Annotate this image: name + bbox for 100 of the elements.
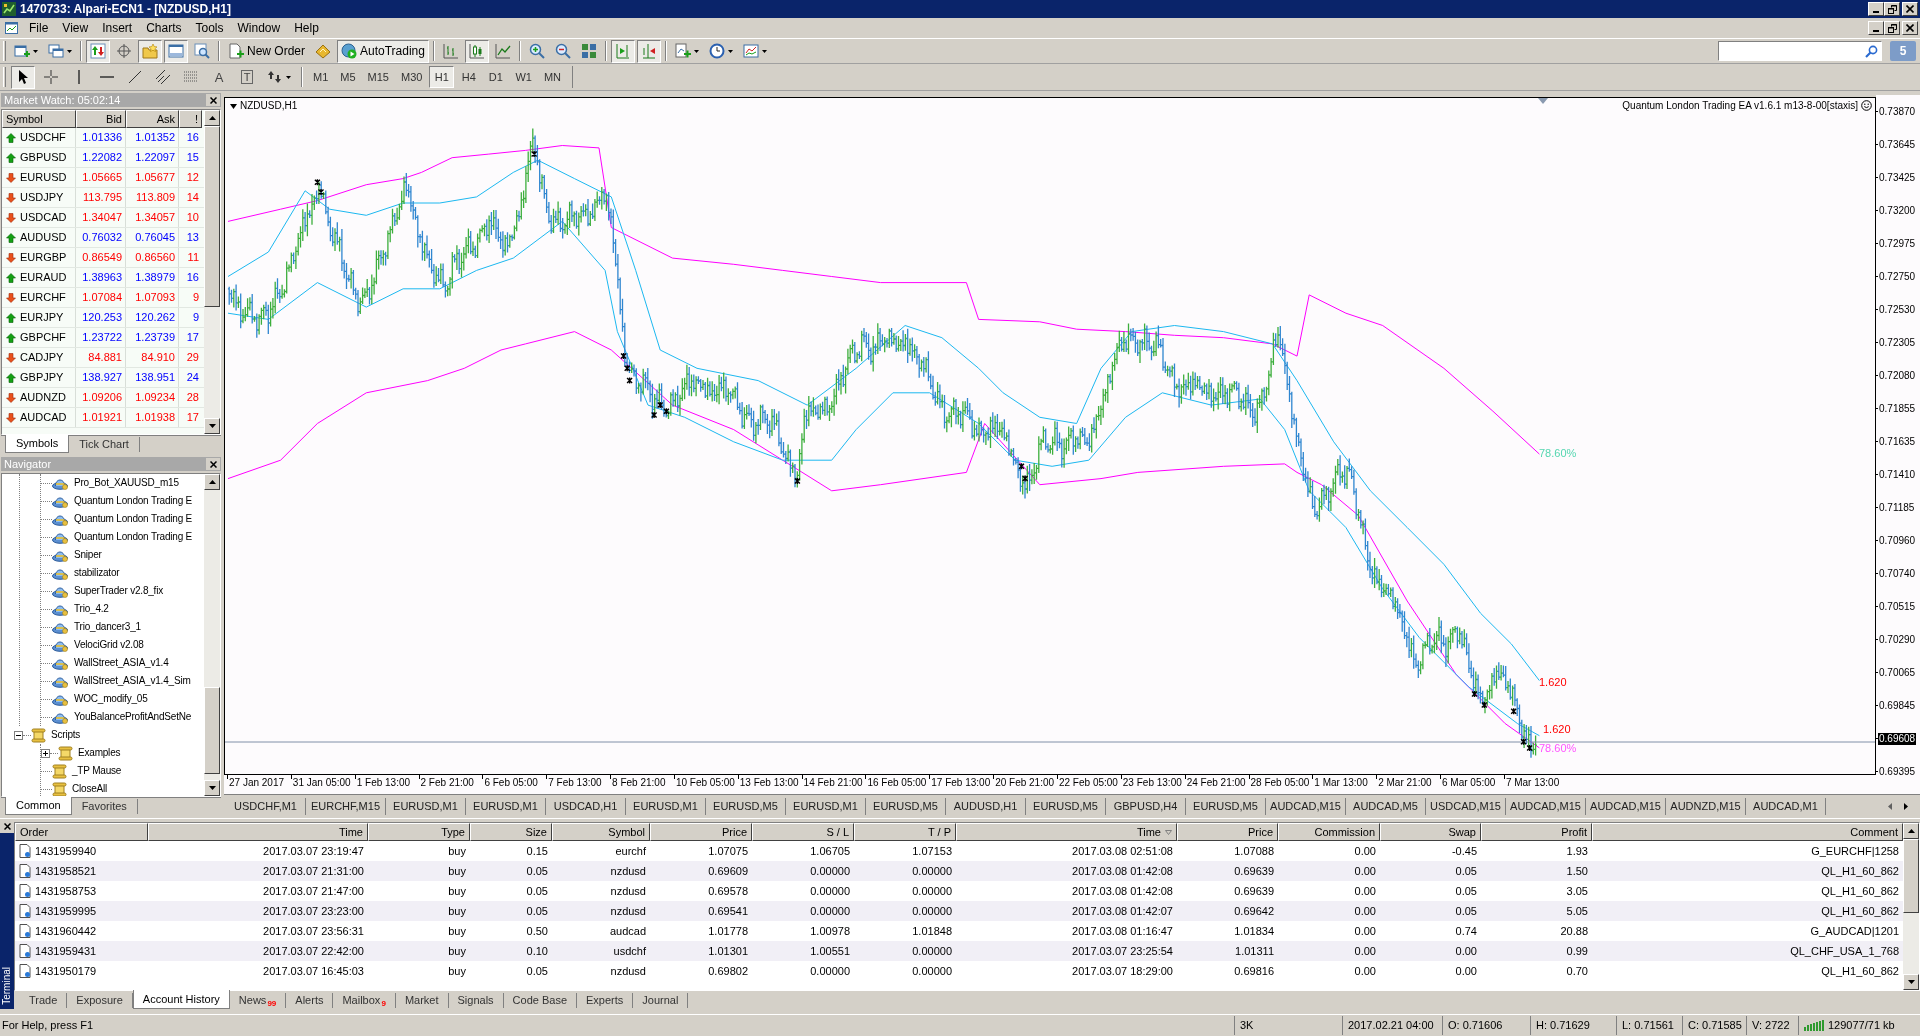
tab[interactable]: Alerts [286, 993, 334, 1008]
text-label-tool-button[interactable]: T [235, 65, 259, 89]
navigator-item[interactable]: Quantum London Trading E [74, 514, 193, 524]
scroll-thumb[interactable] [204, 687, 220, 774]
column-header[interactable]: Order [15, 823, 148, 841]
tab[interactable]: Market [395, 993, 449, 1008]
chart-tab[interactable]: USDCAD,H1 [546, 798, 626, 815]
navigator-button[interactable] [138, 39, 162, 63]
terminal-button[interactable] [164, 39, 188, 63]
close-button[interactable] [1902, 21, 1918, 35]
chart-tab[interactable]: EURUSD,M5 [706, 798, 786, 815]
close-button[interactable] [206, 458, 220, 470]
column-header[interactable]: Swap [1380, 823, 1481, 841]
navigator-item[interactable]: Trio_dancer3_1 [74, 622, 141, 632]
restore-button[interactable] [1884, 21, 1900, 35]
navigator-item[interactable]: Quantum London Trading E [74, 532, 193, 542]
scroll-up-button[interactable] [204, 474, 220, 490]
column-header[interactable]: Size [470, 823, 552, 841]
candles-button[interactable] [464, 39, 489, 63]
column-header[interactable]: ! [179, 110, 202, 128]
chart-tab[interactable]: EURUSD,M1 [386, 798, 466, 815]
text-tool-button[interactable]: A [207, 65, 231, 89]
navigator-item[interactable]: CloseAll [72, 784, 108, 794]
menu-item[interactable]: Help [287, 19, 326, 37]
restore-button[interactable] [1884, 2, 1900, 16]
navigator-item[interactable]: Trio_4.2 [74, 604, 109, 614]
timeframe-button[interactable]: M30 [395, 66, 428, 88]
column-header[interactable]: Price [650, 823, 752, 841]
menu-item[interactable]: Window [230, 19, 288, 37]
tab[interactable]: Experts [577, 993, 634, 1008]
navigator-item[interactable]: Sniper [74, 550, 102, 560]
scroll-up-button[interactable] [204, 110, 220, 126]
scroll-thumb[interactable] [204, 126, 220, 308]
close-button[interactable] [206, 94, 220, 106]
navigator-item[interactable]: _TP Mause [72, 766, 122, 776]
minimize-button[interactable] [1868, 2, 1884, 16]
symbol-name[interactable]: GBPJPY [20, 372, 64, 383]
tab[interactable]: Code Base [503, 993, 577, 1008]
cursor-tool-button[interactable] [11, 65, 35, 89]
column-header[interactable]: Symbol [552, 823, 650, 841]
column-header[interactable]: Profit [1481, 823, 1592, 841]
scroll-down-button[interactable] [1903, 974, 1919, 990]
tab[interactable]: Journal [633, 993, 689, 1008]
tab[interactable]: Account History [132, 990, 230, 1009]
symbol-name[interactable]: EURAUD [20, 272, 67, 283]
timeframe-button[interactable]: H1 [429, 66, 455, 88]
minus-box-icon[interactable] [14, 730, 23, 740]
timeframe-button[interactable]: M1 [308, 66, 334, 88]
chart-tab[interactable]: AUDCAD,M1 [1746, 798, 1826, 815]
tab[interactable]: Signals [448, 993, 504, 1008]
chart-tab[interactable]: USDCHF,M1 [226, 798, 306, 815]
symbol-name[interactable]: AUDUSD [20, 232, 67, 243]
close-button[interactable] [1902, 2, 1918, 16]
timeframe-button[interactable]: M5 [335, 66, 361, 88]
navigator-item[interactable]: stabilizator [74, 568, 120, 578]
column-header[interactable]: T / P [854, 823, 956, 841]
symbol-name[interactable]: GBPUSD [20, 152, 67, 163]
chart-tab[interactable]: EURUSD,M5 [866, 798, 946, 815]
shift-button[interactable] [610, 39, 635, 63]
symbol-name[interactable]: EURJPY [20, 312, 64, 323]
autotrading-button[interactable]: AutoTrading [337, 39, 429, 63]
column-header[interactable]: Type [368, 823, 470, 841]
tab[interactable]: Exposure [67, 993, 133, 1008]
scroll-thumb[interactable] [1903, 839, 1919, 914]
navigator-item[interactable]: Scripts [51, 730, 81, 740]
chart-tab[interactable]: EURUSD,M1 [786, 798, 866, 815]
search-field[interactable] [1718, 41, 1882, 61]
chart-tab[interactable]: EURUSD,M5 [1026, 798, 1106, 815]
chart-tab[interactable]: GBPUSD,H4 [1106, 798, 1186, 815]
navigator-item[interactable]: SuperTrader v2.8_fix [74, 586, 163, 596]
symbol-name[interactable]: USDJPY [20, 192, 64, 203]
navigator-item[interactable]: Examples [78, 748, 121, 758]
menu-item[interactable]: View [55, 19, 96, 37]
chart-tab[interactable]: EURUSD,M1 [466, 798, 546, 815]
scroll-down-button[interactable] [204, 418, 220, 434]
tab[interactable]: Tick Chart [69, 437, 140, 452]
chart-tab[interactable]: AUDCAD,M15 [1586, 798, 1666, 815]
symbol-name[interactable]: USDCHF [20, 132, 66, 143]
column-header[interactable]: Bid [76, 110, 126, 128]
column-header[interactable]: Ask [126, 110, 179, 128]
symbol-name[interactable]: USDCAD [20, 212, 67, 223]
symbol-name[interactable]: GBPCHF [20, 332, 66, 343]
symbol-name[interactable]: EURUSD [20, 172, 67, 183]
symbol-name[interactable]: CADJPY [20, 352, 64, 363]
column-header[interactable]: S / L [752, 823, 854, 841]
chart-tab[interactable]: AUDCAD,M5 [1346, 798, 1426, 815]
column-header[interactable]: Commission [1278, 823, 1380, 841]
chart-tab[interactable]: AUDNZD,M15 [1666, 798, 1746, 815]
column-header[interactable]: Comment [1592, 823, 1903, 841]
column-header[interactable]: Price [1177, 823, 1278, 841]
market-watch-button[interactable] [86, 39, 110, 63]
new-order-button[interactable]: New Order [224, 39, 309, 63]
chart-tab[interactable]: AUDUSD,H1 [946, 798, 1026, 815]
scroll-up-button[interactable] [1903, 823, 1919, 839]
symbol-name[interactable]: EURCHF [20, 292, 66, 303]
chart-tab[interactable]: EURCHF,M15 [306, 798, 386, 815]
navigator-item[interactable]: Quantum London Trading E [74, 496, 193, 506]
navigator-item[interactable]: WallStreet_ASIA_v1.4 [74, 658, 169, 668]
menu-item[interactable]: Tools [188, 19, 231, 37]
tab[interactable]: Favorites [71, 799, 138, 814]
